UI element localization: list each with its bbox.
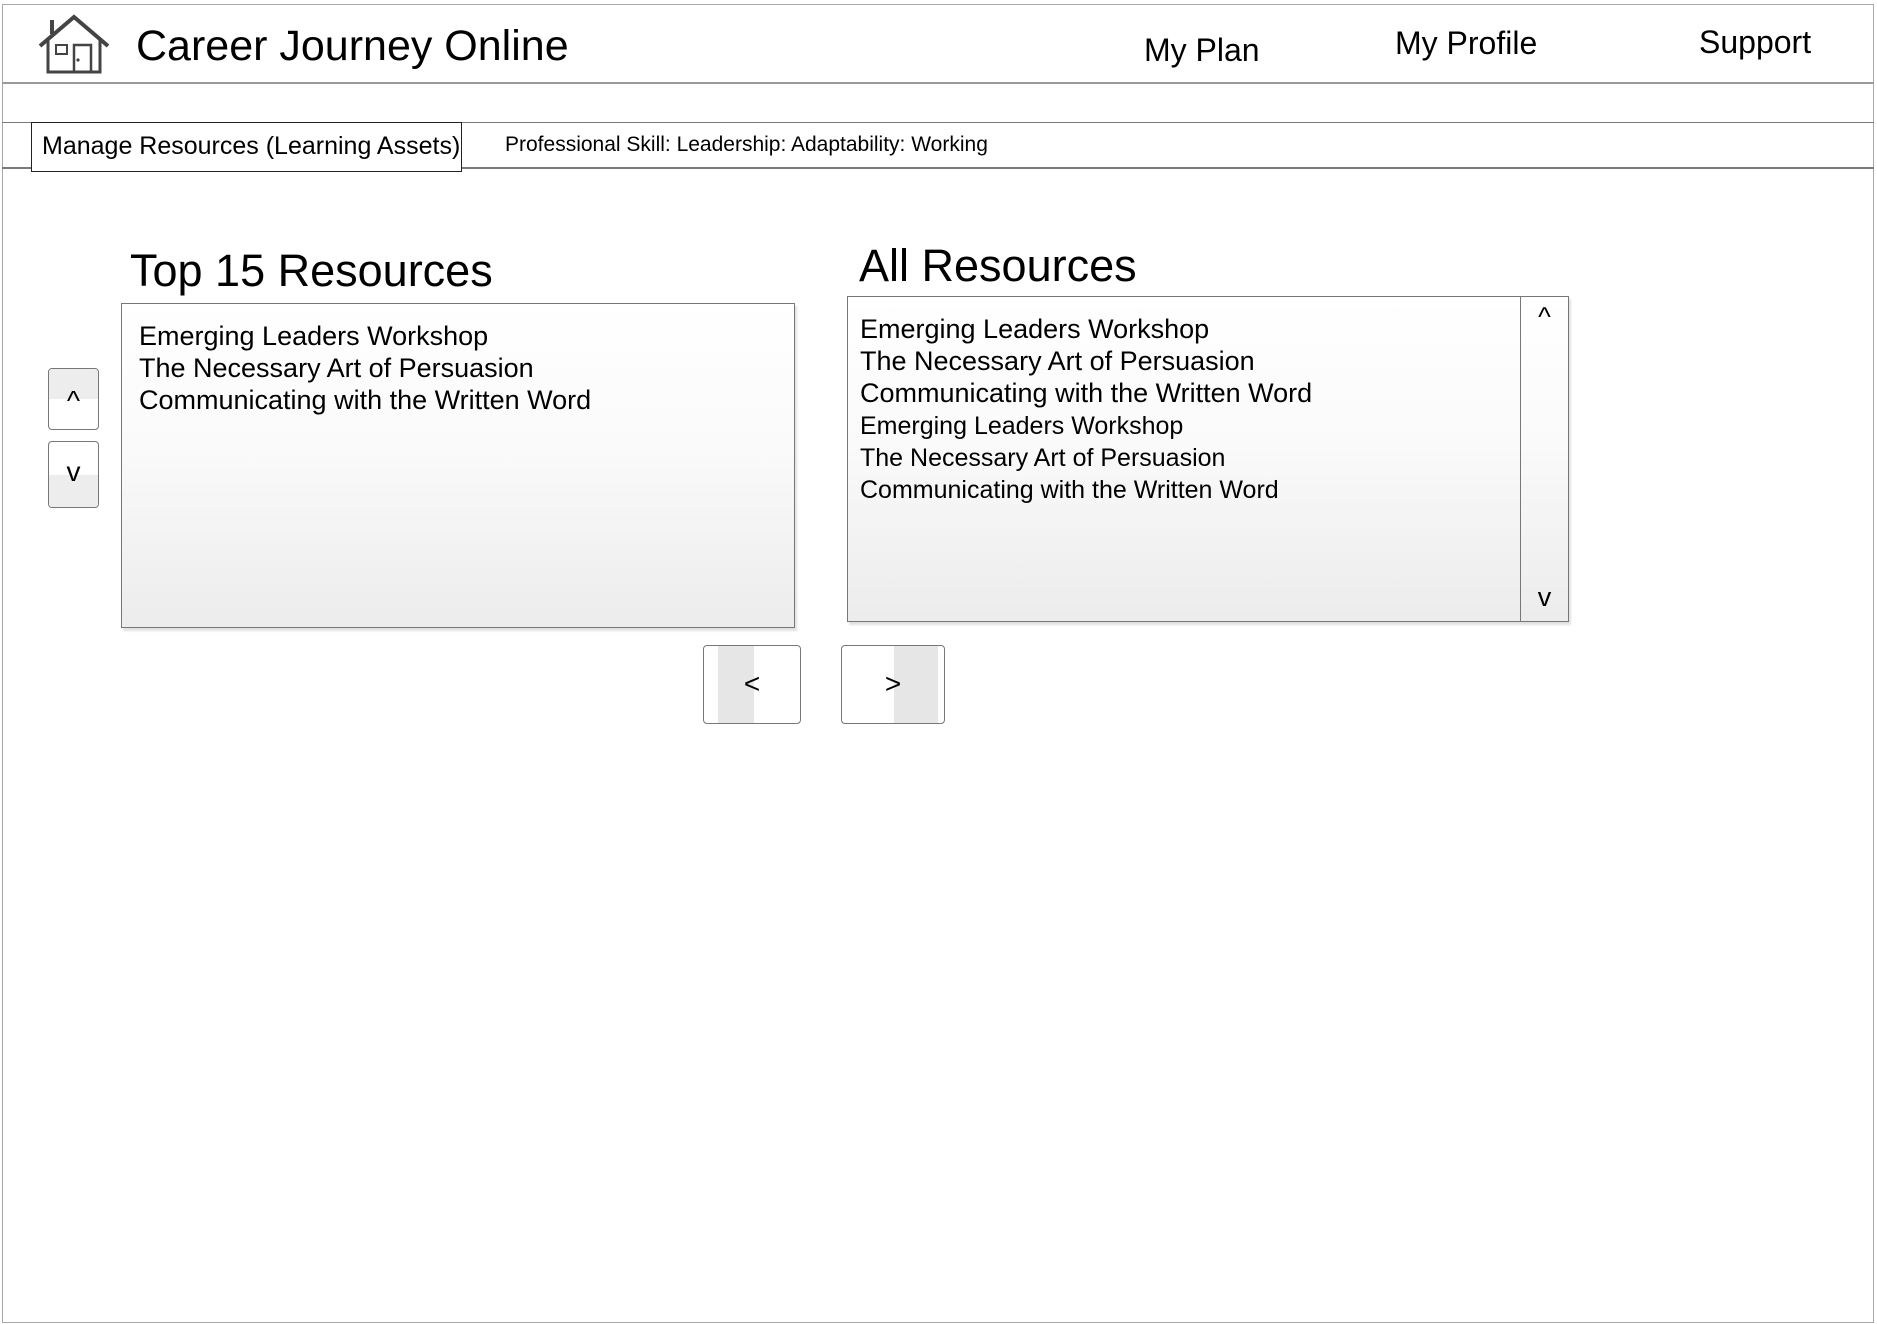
top-resources-title: Top 15 Resources — [130, 245, 493, 296]
nav-support[interactable]: Support — [1699, 24, 1811, 61]
scroll-up-icon[interactable]: ^ — [1521, 302, 1568, 333]
scroll-down-icon[interactable]: v — [1521, 582, 1568, 613]
top-resources-item[interactable]: Communicating with the Written Word — [139, 385, 591, 416]
add-to-top-button[interactable]: > — [841, 645, 945, 724]
remove-label: < — [743, 668, 761, 699]
all-resources-item[interactable]: Communicating with the Written Word — [860, 476, 1279, 505]
top-resources-list[interactable]: Emerging Leaders Workshop The Necessary … — [121, 303, 795, 628]
tab-manage-resources[interactable]: Manage Resources (Learning Assets) — [31, 122, 462, 172]
all-resources-title: All Resources — [859, 240, 1137, 291]
remove-from-top-button[interactable]: < — [703, 645, 801, 724]
move-up-label: ^ — [66, 385, 81, 416]
all-resources-scrollbar[interactable]: ^ v — [1520, 297, 1568, 621]
move-down-label: v — [66, 456, 81, 487]
all-resources-item[interactable]: Emerging Leaders Workshop — [860, 412, 1183, 441]
breadcrumb: Professional Skill: Leadership: Adaptabi… — [505, 133, 988, 156]
add-label: > — [884, 668, 902, 699]
all-resources-item[interactable]: Communicating with the Written Word — [860, 378, 1312, 409]
all-resources-item[interactable]: The Necessary Art of Persuasion — [860, 444, 1225, 473]
move-up-button[interactable]: ^ — [48, 368, 99, 430]
nav-my-plan[interactable]: My Plan — [1144, 32, 1260, 69]
move-down-button[interactable]: v — [48, 441, 99, 508]
home-icon[interactable] — [36, 12, 112, 76]
all-resources-item[interactable]: Emerging Leaders Workshop — [860, 314, 1209, 345]
app-title: Career Journey Online — [136, 22, 569, 70]
all-resources-list[interactable]: Emerging Leaders Workshop The Necessary … — [847, 296, 1569, 622]
nav-my-profile[interactable]: My Profile — [1395, 25, 1537, 62]
top-resources-item[interactable]: Emerging Leaders Workshop — [139, 321, 488, 352]
top-resources-item[interactable]: The Necessary Art of Persuasion — [139, 353, 534, 384]
all-resources-item[interactable]: The Necessary Art of Persuasion — [860, 346, 1255, 377]
